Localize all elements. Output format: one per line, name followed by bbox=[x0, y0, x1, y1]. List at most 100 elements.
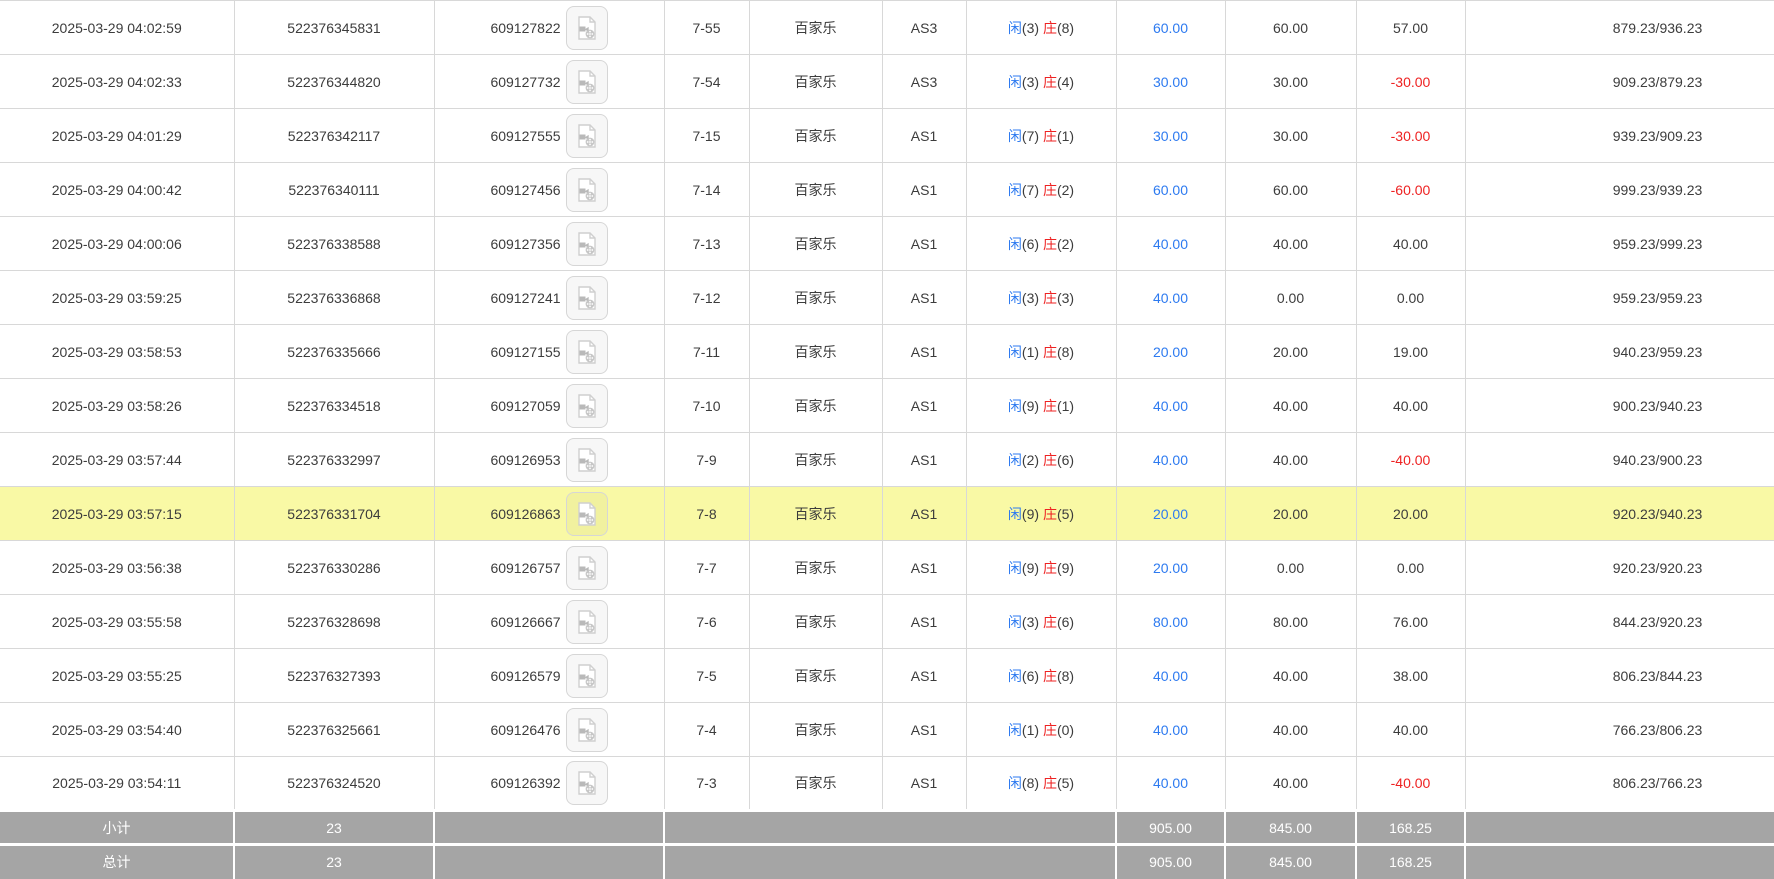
cell-bet-amount: 20.00 bbox=[1116, 540, 1226, 595]
cell-game-result: 闲(3) 庄(6) bbox=[966, 594, 1117, 649]
cell-game-number: 609127555 bbox=[434, 108, 665, 163]
banker-label: 庄 bbox=[1042, 235, 1057, 252]
cell-game-type: 百家乐 bbox=[749, 378, 883, 433]
video-replay-button[interactable] bbox=[565, 437, 608, 482]
table-row[interactable]: 2025-03-29 03:55:25 522376327393 609126579… bbox=[0, 648, 1774, 703]
video-replay-button[interactable] bbox=[565, 59, 608, 104]
video-replay-button[interactable] bbox=[565, 5, 608, 50]
game-number-text: 609127241 bbox=[490, 289, 561, 306]
cell-bet-time: 2025-03-29 03:56:38 bbox=[0, 540, 235, 595]
cell-table-code: AS1 bbox=[882, 486, 967, 541]
cell-game-result: 闲(9) 庄(1) bbox=[966, 378, 1117, 433]
player-label: 闲 bbox=[1007, 505, 1022, 522]
cell-game-number: 609126953 bbox=[434, 432, 665, 487]
cell-round: 7-4 bbox=[664, 702, 750, 757]
table-row[interactable]: 2025-03-29 03:54:40 522376325661 609126476… bbox=[0, 702, 1774, 757]
cell-bet-id: 522376324520 bbox=[234, 756, 435, 811]
cell-valid-amount: 20.00 bbox=[1225, 324, 1357, 379]
cell-table-code: AS1 bbox=[882, 216, 967, 271]
video-replay-button[interactable] bbox=[565, 545, 608, 590]
cell-game-number: 609127822 bbox=[434, 0, 665, 55]
banker-label: 庄 bbox=[1042, 451, 1057, 468]
table-row[interactable]: 2025-03-29 03:58:53 522376335666 609127155… bbox=[0, 324, 1774, 379]
cell-balance: 940.23/959.23 bbox=[1465, 324, 1774, 379]
video-replay-button[interactable] bbox=[565, 761, 608, 805]
table-row[interactable]: 2025-03-29 03:56:38 522376330286 609126757… bbox=[0, 540, 1774, 595]
table-row[interactable]: 2025-03-29 04:00:06 522376338588 609127356… bbox=[0, 216, 1774, 271]
cell-win-loss: 40.00 bbox=[1356, 378, 1466, 433]
cell-game-number: 609126667 bbox=[434, 594, 665, 649]
table-row[interactable]: 2025-03-29 03:54:11 522376324520 609126392… bbox=[0, 756, 1774, 811]
video-replay-button[interactable] bbox=[565, 275, 608, 320]
cell-game-number: 609126476 bbox=[434, 702, 665, 757]
summary-empty-cell bbox=[664, 843, 1117, 879]
cell-valid-amount: 20.00 bbox=[1225, 486, 1357, 541]
cell-valid-amount: 40.00 bbox=[1225, 702, 1357, 757]
table-row[interactable]: 2025-03-29 03:57:15 522376331704 609126863… bbox=[0, 486, 1774, 541]
cell-table-code: AS1 bbox=[882, 594, 967, 649]
table-row[interactable]: 2025-03-29 03:57:44 522376332997 609126953… bbox=[0, 432, 1774, 487]
cell-win-loss: 20.00 bbox=[1356, 486, 1466, 541]
cell-bet-time: 2025-03-29 03:54:11 bbox=[0, 756, 235, 811]
table-row[interactable]: 2025-03-29 04:02:33 522376344820 609127732… bbox=[0, 54, 1774, 109]
cell-balance: 959.23/999.23 bbox=[1465, 216, 1774, 271]
video-file-icon bbox=[577, 69, 596, 94]
cell-table-code: AS3 bbox=[882, 54, 967, 109]
cell-win-loss: 57.00 bbox=[1356, 0, 1466, 55]
video-file-icon bbox=[577, 393, 596, 418]
bet-history-table: 2025-03-29 04:02:59 522376345831 609127822… bbox=[0, 0, 1774, 879]
cell-bet-id: 522376340111 bbox=[234, 162, 435, 217]
cell-valid-amount: 0.00 bbox=[1225, 540, 1357, 595]
cell-valid-amount: 80.00 bbox=[1225, 594, 1357, 649]
cell-table-code: AS1 bbox=[882, 324, 967, 379]
cell-bet-time: 2025-03-29 03:58:26 bbox=[0, 378, 235, 433]
video-file-icon bbox=[577, 339, 596, 364]
table-row[interactable]: 2025-03-29 04:01:29 522376342117 609127555… bbox=[0, 108, 1774, 163]
video-replay-button[interactable] bbox=[565, 167, 608, 212]
cell-round: 7-54 bbox=[664, 54, 750, 109]
cell-game-type: 百家乐 bbox=[749, 702, 883, 757]
cell-table-code: AS1 bbox=[882, 378, 967, 433]
video-replay-button[interactable] bbox=[565, 599, 608, 644]
video-replay-button[interactable] bbox=[565, 491, 608, 536]
cell-win-loss: -30.00 bbox=[1356, 108, 1466, 163]
cell-game-result: 闲(6) 庄(2) bbox=[966, 216, 1117, 271]
video-replay-button[interactable] bbox=[565, 329, 608, 374]
cell-bet-amount: 40.00 bbox=[1116, 378, 1226, 433]
video-replay-button[interactable] bbox=[565, 221, 608, 266]
cell-bet-id: 522376332997 bbox=[234, 432, 435, 487]
video-replay-button[interactable] bbox=[565, 383, 608, 428]
video-replay-button[interactable] bbox=[565, 113, 608, 158]
cell-game-type: 百家乐 bbox=[749, 108, 883, 163]
cell-game-number: 609127155 bbox=[434, 324, 665, 379]
table-row[interactable]: 2025-03-29 03:58:26 522376334518 609127059… bbox=[0, 378, 1774, 433]
banker-label: 庄 bbox=[1042, 73, 1057, 90]
video-file-icon bbox=[577, 15, 596, 40]
cell-table-code: AS1 bbox=[882, 432, 967, 487]
video-file-icon bbox=[577, 663, 596, 688]
cell-bet-time: 2025-03-29 04:02:33 bbox=[0, 54, 235, 109]
cell-win-loss: 40.00 bbox=[1356, 216, 1466, 271]
cell-table-code: AS1 bbox=[882, 702, 967, 757]
cell-win-loss: -40.00 bbox=[1356, 756, 1466, 811]
cell-win-loss: 0.00 bbox=[1356, 540, 1466, 595]
cell-game-type: 百家乐 bbox=[749, 162, 883, 217]
cell-bet-id: 522376342117 bbox=[234, 108, 435, 163]
cell-balance: 879.23/936.23 bbox=[1465, 0, 1774, 55]
cell-bet-time: 2025-03-29 03:55:25 bbox=[0, 648, 235, 703]
cell-game-number: 609127732 bbox=[434, 54, 665, 109]
game-number-text: 609126476 bbox=[490, 721, 561, 738]
table-row[interactable]: 2025-03-29 04:00:42 522376340111 609127456… bbox=[0, 162, 1774, 217]
table-row[interactable]: 2025-03-29 03:55:58 522376328698 609126667… bbox=[0, 594, 1774, 649]
game-number-text: 609127456 bbox=[490, 181, 561, 198]
table-row[interactable]: 2025-03-29 03:59:25 522376336868 609127241… bbox=[0, 270, 1774, 325]
video-replay-button[interactable] bbox=[565, 707, 608, 752]
cell-win-loss: 76.00 bbox=[1356, 594, 1466, 649]
cell-win-loss: -40.00 bbox=[1356, 432, 1466, 487]
cell-game-result: 闲(1) 庄(0) bbox=[966, 702, 1117, 757]
cell-valid-amount: 40.00 bbox=[1225, 378, 1357, 433]
game-number-text: 609126667 bbox=[490, 613, 561, 630]
game-number-text: 609126757 bbox=[490, 559, 561, 576]
video-replay-button[interactable] bbox=[565, 653, 608, 698]
table-row[interactable]: 2025-03-29 04:02:59 522376345831 609127822… bbox=[0, 0, 1774, 55]
